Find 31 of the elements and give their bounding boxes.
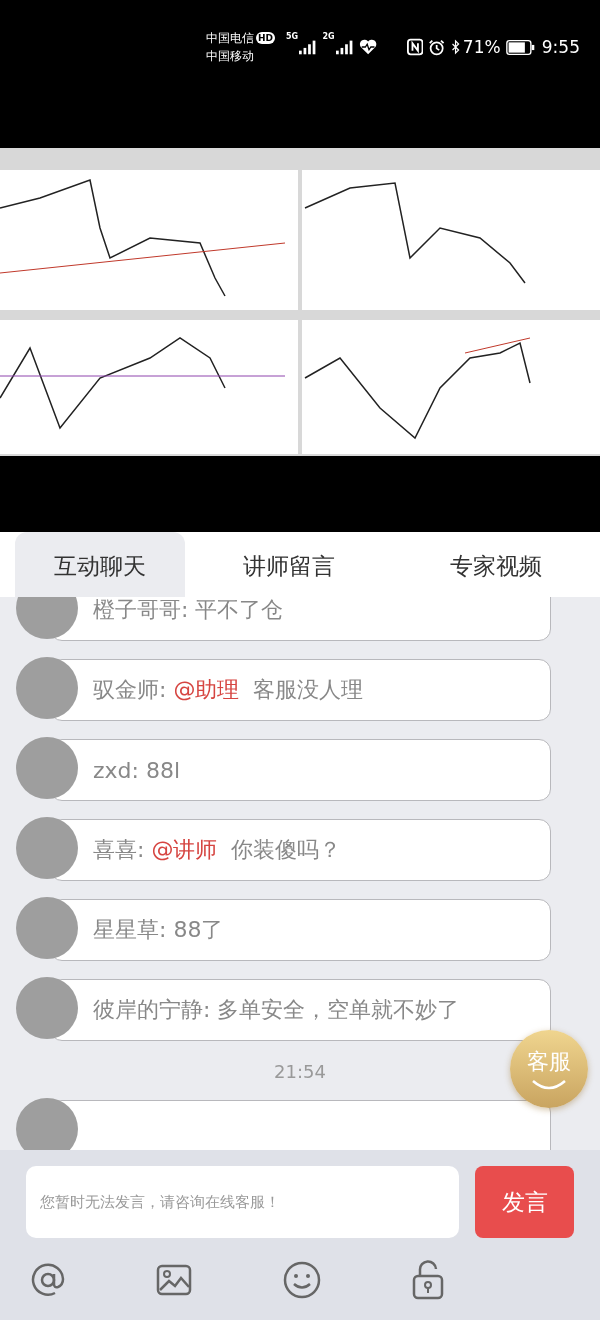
message-text: 橙子哥哥: 平不了仓 (93, 597, 284, 624)
send-button[interactable]: 发言 (475, 1166, 574, 1238)
message-input[interactable]: 您暂时无法发言，请咨询在线客服！ (26, 1166, 459, 1238)
hd-badge: HD (256, 32, 275, 44)
network-label: 5G (286, 32, 299, 41)
battery-icon (505, 38, 535, 56)
mention-icon[interactable] (30, 1262, 66, 1298)
alarm-icon (428, 37, 446, 57)
unlock-icon[interactable] (412, 1260, 444, 1300)
battery-percent: 71% (462, 37, 501, 57)
bluetooth-icon (450, 38, 460, 56)
emoji-icon[interactable] (282, 1260, 322, 1300)
nfc-icon (407, 38, 424, 56)
signal-icon (299, 39, 318, 55)
message-text: zxd: 88l (93, 757, 181, 783)
tab[interactable]: 互动聊天 (15, 532, 185, 597)
message-text: 星星草: 88了 (93, 916, 224, 944)
carrier-name: 中国移动 (206, 48, 255, 65)
network-label: 2G (322, 32, 335, 41)
clock: 9:55 (541, 37, 580, 57)
tab[interactable]: 讲师留言 (185, 532, 393, 597)
image-icon[interactable] (156, 1264, 192, 1296)
message-text: 彼岸的宁静: 多单安全，空单就不妙了 (93, 996, 460, 1024)
message-text: 喜喜: @讲师 你装傻吗？ (93, 836, 342, 864)
carrier-name: 中国电信 (206, 30, 254, 47)
timestamp: 21:54 (274, 1061, 326, 1082)
signal-icon (335, 39, 354, 55)
message-text: 驭金师: @助理 客服没人理 (93, 676, 364, 704)
tab[interactable]: 专家视频 (392, 532, 600, 597)
heart-icon (358, 38, 377, 56)
avatar (16, 1098, 78, 1150)
